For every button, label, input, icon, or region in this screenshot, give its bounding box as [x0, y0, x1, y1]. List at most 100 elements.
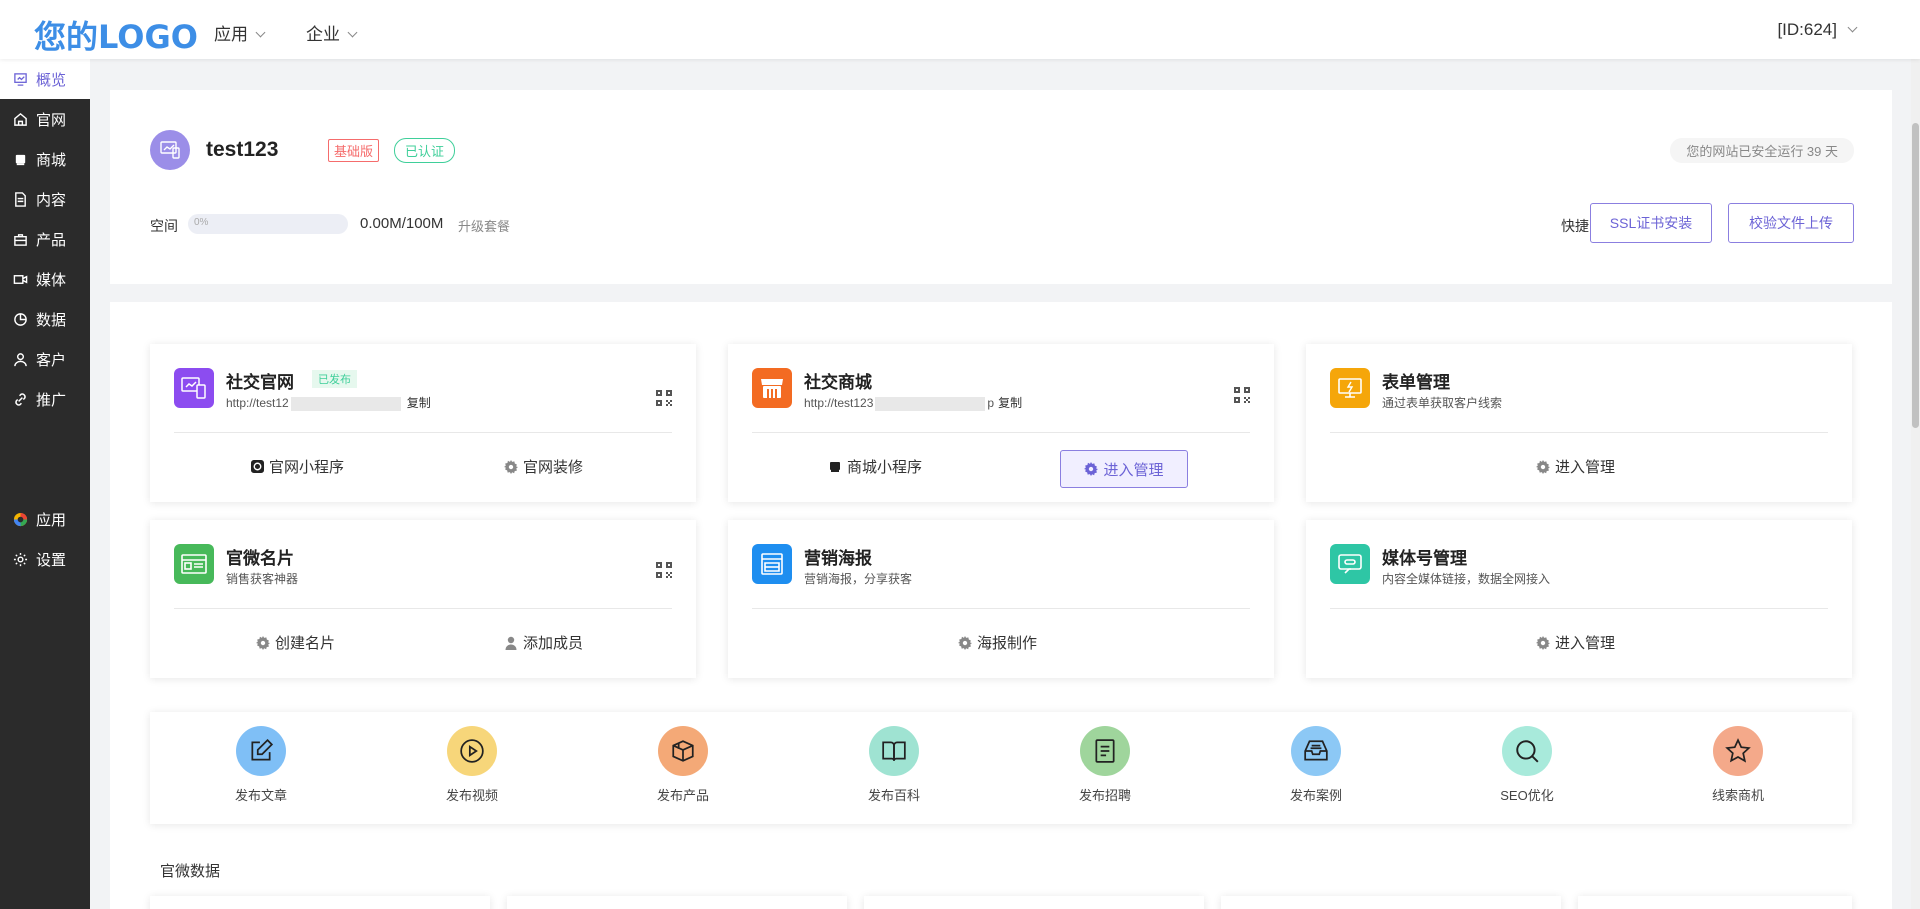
shop-miniprogram-button[interactable]: 商城小程序 [828, 456, 922, 477]
quick-action-publish-case[interactable]: 发布案例 [1256, 726, 1376, 804]
copy-link[interactable]: 复制 [407, 396, 431, 410]
quick-action-publish-product[interactable]: 发布产品 [623, 726, 743, 804]
sidebar-item-label: 官网 [36, 111, 67, 129]
poster-icon [752, 544, 792, 584]
action-label: 添加成员 [523, 635, 584, 652]
media-manage-button[interactable]: 进入管理 [1536, 632, 1615, 653]
scrollbar-thumb[interactable] [1912, 123, 1919, 428]
sidebar-item-website[interactable]: 官网 [0, 99, 90, 139]
sidebar-item-label: 产品 [36, 231, 67, 249]
nav-apps[interactable]: 应用 [214, 20, 266, 45]
sidebar-item-media[interactable]: 媒体 [0, 259, 90, 299]
quick-action-label: 发布案例 [1289, 788, 1342, 803]
sidebar-item-promotion[interactable]: 推广 [0, 379, 90, 419]
user-id-menu[interactable]: [ID:624] [1777, 20, 1858, 40]
copy-link[interactable]: 复制 [998, 396, 1022, 410]
quick-action-publish-recruitment[interactable]: 发布招聘 [1045, 726, 1165, 804]
shop-manage-button[interactable]: 进入管理 [1060, 450, 1188, 488]
quick-actions-bar: 发布文章 发布视频 发布产品 发布百科 发布招聘 发布案例 SEO优化 线索商机 [150, 712, 1852, 824]
quick-action-label: 线索商机 [1711, 788, 1764, 803]
nav-apps-label: 应用 [214, 25, 248, 44]
stat-card [1578, 896, 1852, 909]
qr-code-icon[interactable] [656, 390, 672, 406]
create-card-button[interactable]: 创建名片 [256, 632, 335, 653]
sidebar-item-label: 推广 [36, 391, 67, 409]
top-bar: 您的LOGO 应用 企业 [ID:624] [0, 0, 1920, 59]
video-icon [12, 271, 28, 287]
divider [1330, 432, 1828, 433]
sidebar-item-customer[interactable]: 客户 [0, 339, 90, 379]
sidebar-item-overview[interactable]: 概览 [0, 59, 90, 99]
sidebar-item-shop[interactable]: 商城 [0, 139, 90, 179]
sidebar-item-label: 设置 [36, 551, 67, 569]
quick-label: 快捷 [1561, 218, 1589, 234]
sidebar-item-product[interactable]: 产品 [0, 219, 90, 259]
quick-action-label: 发布招聘 [1078, 788, 1131, 803]
user-id-label: [ID:624] [1777, 20, 1837, 39]
sidebar-item-settings[interactable]: 设置 [0, 539, 90, 579]
gear-icon [958, 635, 972, 650]
document-icon [12, 191, 28, 207]
card-social-shop: 社交商城 http://test123 p 复制 商城小程序 进入管理 [728, 344, 1274, 502]
form-manage-button[interactable]: 进入管理 [1536, 456, 1615, 477]
link-icon [12, 391, 28, 407]
divider [752, 608, 1250, 609]
qr-code-icon[interactable] [1234, 387, 1250, 403]
site-info-panel: test123 基础版 已认证 您的网站已安全运行 39 天 空间 0% 0.0… [110, 90, 1892, 284]
divider [1330, 608, 1828, 609]
avatar [150, 130, 190, 170]
url-text: http://test123 [804, 396, 874, 410]
sidebar-item-apps[interactable]: 应用 [0, 499, 90, 539]
space-label: 空间 [150, 218, 178, 234]
sidebar-item-data[interactable]: 数据 [0, 299, 90, 339]
gear-icon [1536, 459, 1550, 474]
card-title: 官微名片 [226, 549, 294, 568]
quick-action-publish-article[interactable]: 发布文章 [201, 726, 321, 804]
quick-action-seo[interactable]: SEO优化 [1467, 726, 1587, 804]
published-tag: 已发布 [312, 370, 357, 388]
sidebar-item-content[interactable]: 内容 [0, 179, 90, 219]
nav-enterprise-label: 企业 [306, 25, 340, 44]
ssl-install-button[interactable]: SSL证书安装 [1590, 203, 1712, 243]
action-label: 商城小程序 [847, 459, 923, 476]
sidebar: 概览 官网 商城 内容 产品 媒体 数据 客户 推广 应用 设置 [0, 59, 90, 909]
upgrade-link[interactable]: 升级套餐 [458, 216, 510, 235]
website-miniprogram-button[interactable]: 官网小程序 [250, 456, 344, 477]
box-icon [658, 726, 708, 776]
card-social-website: 社交官网 已发布 http://test12 复制 官网小程序 官网装修 [150, 344, 696, 502]
nav-enterprise[interactable]: 企业 [306, 20, 358, 45]
quick-action-label: 发布百科 [867, 788, 920, 803]
quick-action-publish-video[interactable]: 发布视频 [412, 726, 532, 804]
card-title: 社交商城 [804, 373, 872, 392]
page-scrollbar[interactable] [1911, 59, 1920, 909]
verify-file-upload-button[interactable]: 校验文件上传 [1728, 203, 1854, 243]
card-title: 媒体号管理 [1382, 549, 1467, 568]
quick-action-leads[interactable]: 线索商机 [1678, 726, 1798, 804]
card-business-card: 官微名片 销售获客神器 创建名片 添加成员 [150, 520, 696, 678]
logo[interactable]: 您的LOGO [34, 12, 198, 58]
gear-icon [256, 635, 270, 650]
website-decorate-button[interactable]: 官网装修 [504, 456, 583, 477]
stat-card [1221, 896, 1561, 909]
uptime-notice: 您的网站已安全运行 39 天 [1670, 138, 1854, 163]
poster-make-button[interactable]: 海报制作 [958, 632, 1037, 653]
add-member-button[interactable]: 添加成员 [504, 632, 583, 653]
user-icon [504, 636, 518, 650]
card-subtitle: 通过表单获取客户线索 [1382, 396, 1503, 410]
play-icon [447, 726, 497, 776]
site-url: http://test12 复制 [226, 394, 431, 411]
quick-action-label: 发布产品 [656, 788, 709, 803]
list-icon [1080, 726, 1130, 776]
verified-badge: 已认证 [394, 138, 456, 163]
url-text: http://test12 [226, 396, 289, 410]
quick-action-label: 发布文章 [234, 788, 287, 803]
qr-code-icon[interactable] [656, 562, 672, 578]
section-title-data: 官微数据 [160, 863, 221, 880]
sidebar-item-label: 内容 [36, 191, 67, 209]
edit-icon [236, 726, 286, 776]
card-subtitle: 营销海报，分享获客 [804, 572, 913, 586]
quick-action-publish-wiki[interactable]: 发布百科 [834, 726, 954, 804]
space-value: 0.00M/100M [360, 215, 444, 232]
media-icon [1330, 544, 1370, 584]
card-title: 社交官网 [226, 373, 294, 392]
